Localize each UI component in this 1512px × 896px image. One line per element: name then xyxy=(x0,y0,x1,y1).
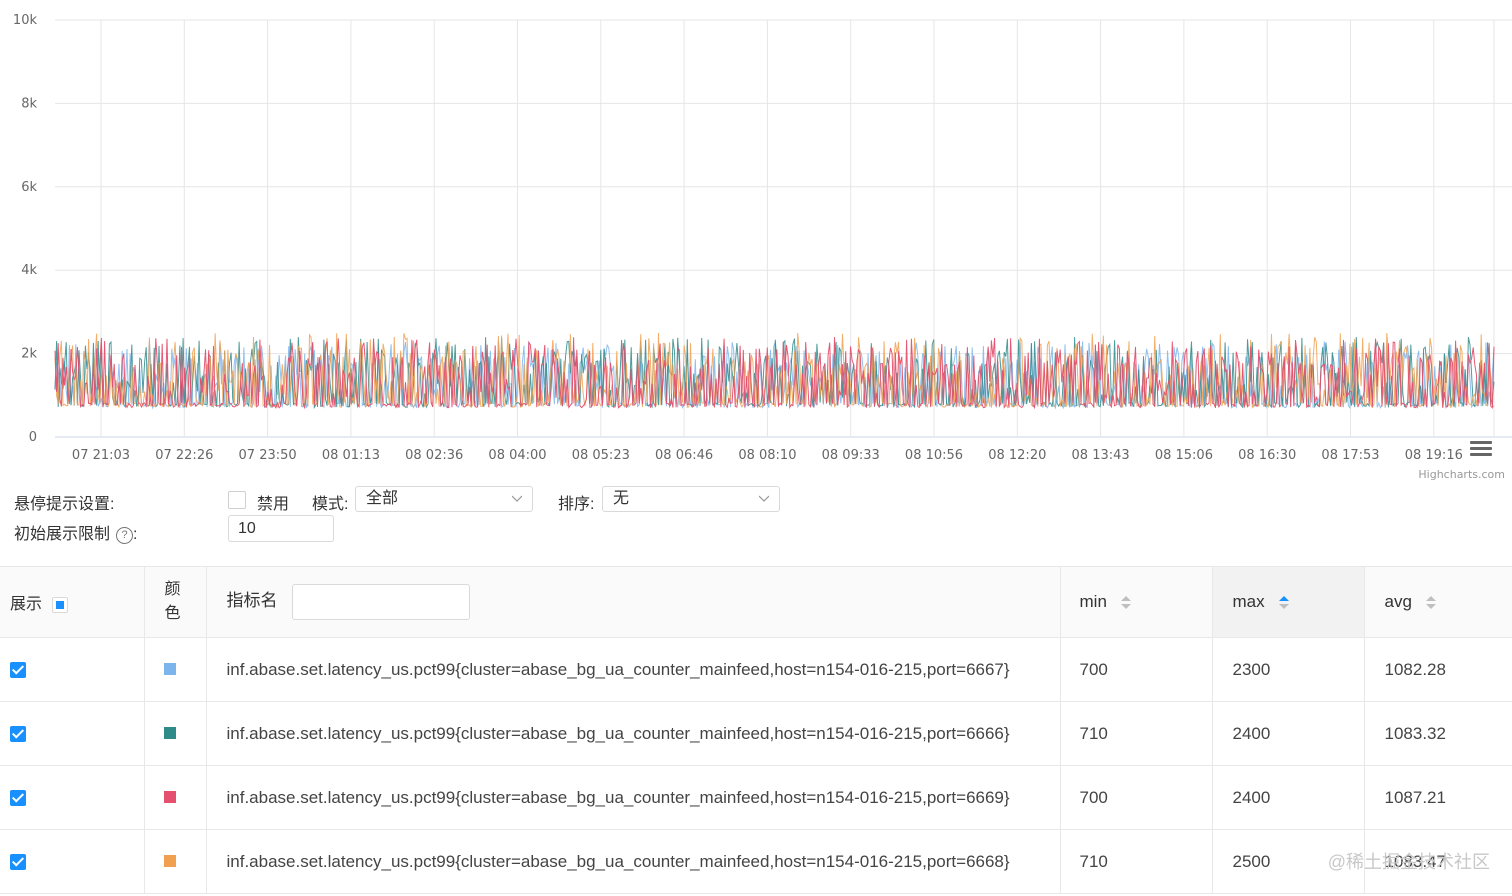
color-swatch xyxy=(163,726,176,739)
x-tick-label: 07 23:50 xyxy=(239,448,297,463)
mode-select[interactable]: 全部 xyxy=(355,486,533,512)
color-swatch xyxy=(163,662,176,675)
metric-name: inf.abase.set.latency_us.pct99{cluster=a… xyxy=(206,765,1061,830)
header-name: 指标名 xyxy=(206,566,1061,638)
header-min[interactable]: min xyxy=(1060,566,1213,638)
x-tick-label: 08 19:16 xyxy=(1405,448,1463,463)
color-swatch xyxy=(163,790,176,803)
x-tick-label: 08 12:20 xyxy=(988,448,1046,463)
metric-name: inf.abase.set.latency_us.pct99{cluster=a… xyxy=(206,701,1061,766)
metric-min: 710 xyxy=(1060,701,1213,766)
sort-icon[interactable] xyxy=(1426,595,1437,610)
x-tick-label: 08 06:46 xyxy=(655,448,713,463)
x-tick-label: 08 04:00 xyxy=(488,448,546,463)
x-tick-label: 08 05:23 xyxy=(572,448,630,463)
table-row: inf.abase.set.latency_us.pct99{cluster=a… xyxy=(0,765,1512,830)
y-tick-label: 2k xyxy=(21,347,37,362)
metric-min: 700 xyxy=(1060,637,1213,702)
header-color: 颜色 xyxy=(144,566,207,638)
metric-min: 700 xyxy=(1060,765,1213,830)
x-tick-label: 08 02:36 xyxy=(405,448,463,463)
x-tick-label: 08 10:56 xyxy=(905,448,963,463)
disable-label: 禁用 xyxy=(257,496,290,513)
sort-icon[interactable] xyxy=(1121,595,1132,610)
metric-max: 2300 xyxy=(1212,637,1365,702)
highcharts-credit[interactable]: Highcharts.com xyxy=(1418,468,1505,481)
chevron-down-icon xyxy=(512,495,522,502)
table-row: inf.abase.set.latency_us.pct99{cluster=a… xyxy=(0,637,1512,702)
mode-label: 模式: xyxy=(312,496,349,513)
sort-icon[interactable] xyxy=(1279,595,1290,610)
limit-colon: : xyxy=(133,526,138,543)
latency-chart: 10k 8k 6k 4k 2k 0 07 21:03 07 22:26 07 23:50 08 … xyxy=(0,0,1512,485)
chart-grid xyxy=(55,19,1512,438)
metric-name: inf.abase.set.latency_us.pct99{cluster=a… xyxy=(206,637,1061,702)
x-tick-label: 08 15:06 xyxy=(1155,448,1213,463)
x-axis: 07 21:03 07 22:26 07 23:50 08 01:13 08 02:36… xyxy=(72,448,1463,463)
sort-select[interactable]: 无 xyxy=(602,486,780,512)
metric-avg: 1087.21 xyxy=(1364,765,1512,830)
limit-input[interactable] xyxy=(228,515,334,542)
x-tick-label: 08 08:10 xyxy=(738,448,796,463)
metrics-table: 展示 颜色 指标名 min max avg inf.abase.set.late… xyxy=(0,566,1512,894)
y-tick-label: 10k xyxy=(13,13,38,28)
metric-min: 710 xyxy=(1060,829,1213,894)
question-circle-icon[interactable]: ? xyxy=(116,527,134,544)
chart-svg: 10k 8k 6k 4k 2k 0 07 21:03 07 22:26 07 23:50 08 … xyxy=(13,13,1512,463)
metric-max: 2400 xyxy=(1212,765,1365,830)
y-tick-label: 0 xyxy=(29,430,37,445)
x-tick-label: 08 09:33 xyxy=(822,448,880,463)
sort-select-value: 无 xyxy=(613,490,630,507)
y-tick-label: 8k xyxy=(21,96,37,111)
header-max[interactable]: max xyxy=(1212,566,1365,638)
header-show: 展示 xyxy=(0,566,145,638)
x-tick-label: 08 17:53 xyxy=(1321,448,1379,463)
select-all-checkbox[interactable] xyxy=(52,596,69,613)
table-header-row: 展示 颜色 指标名 min max avg xyxy=(0,566,1512,638)
header-avg[interactable]: avg xyxy=(1364,566,1512,638)
limit-label-wrap: 初始展示限制?: xyxy=(14,520,137,544)
disable-checkbox[interactable] xyxy=(228,491,246,509)
metric-avg: 1083.32 xyxy=(1364,701,1512,766)
y-axis: 10k 8k 6k 4k 2k 0 xyxy=(13,13,38,445)
chart-series xyxy=(54,332,1495,410)
watermark: @稀土掘金技术社区 xyxy=(1327,852,1490,872)
metric-max: 2400 xyxy=(1212,701,1365,766)
x-tick-label: 08 16:30 xyxy=(1238,448,1296,463)
metric-name: inf.abase.set.latency_us.pct99{cluster=a… xyxy=(206,829,1061,894)
tooltip-settings: 悬停提示设置: 禁用 模式: 全部 排序: 无 初始展示限制?: xyxy=(0,485,1512,565)
x-tick-label: 07 22:26 xyxy=(155,448,213,463)
table-row: inf.abase.set.latency_us.pct99{cluster=a… xyxy=(0,829,1512,894)
tooltip-settings-label: 悬停提示设置: xyxy=(14,496,115,513)
x-tick-label: 08 13:43 xyxy=(1072,448,1130,463)
sort-label: 排序: xyxy=(558,496,595,513)
chevron-down-icon xyxy=(759,495,769,502)
row-checkbox[interactable] xyxy=(10,662,26,679)
mode-select-value: 全部 xyxy=(366,490,399,507)
row-checkbox[interactable] xyxy=(10,726,26,743)
metric-avg: 1082.28 xyxy=(1364,637,1512,702)
hamburger-menu-icon[interactable] xyxy=(1470,441,1492,457)
row-checkbox[interactable] xyxy=(10,854,26,871)
x-tick-label: 08 01:13 xyxy=(322,448,380,463)
limit-label: 初始展示限制 xyxy=(14,526,111,543)
header-color-label: 颜色 xyxy=(164,581,181,622)
row-checkbox[interactable] xyxy=(10,790,26,807)
table-row: inf.abase.set.latency_us.pct99{cluster=a… xyxy=(0,701,1512,766)
name-filter-input[interactable] xyxy=(291,584,470,620)
color-swatch xyxy=(163,854,176,867)
y-tick-label: 4k xyxy=(21,263,37,278)
y-tick-label: 6k xyxy=(21,180,37,195)
x-tick-label: 07 21:03 xyxy=(72,448,130,463)
